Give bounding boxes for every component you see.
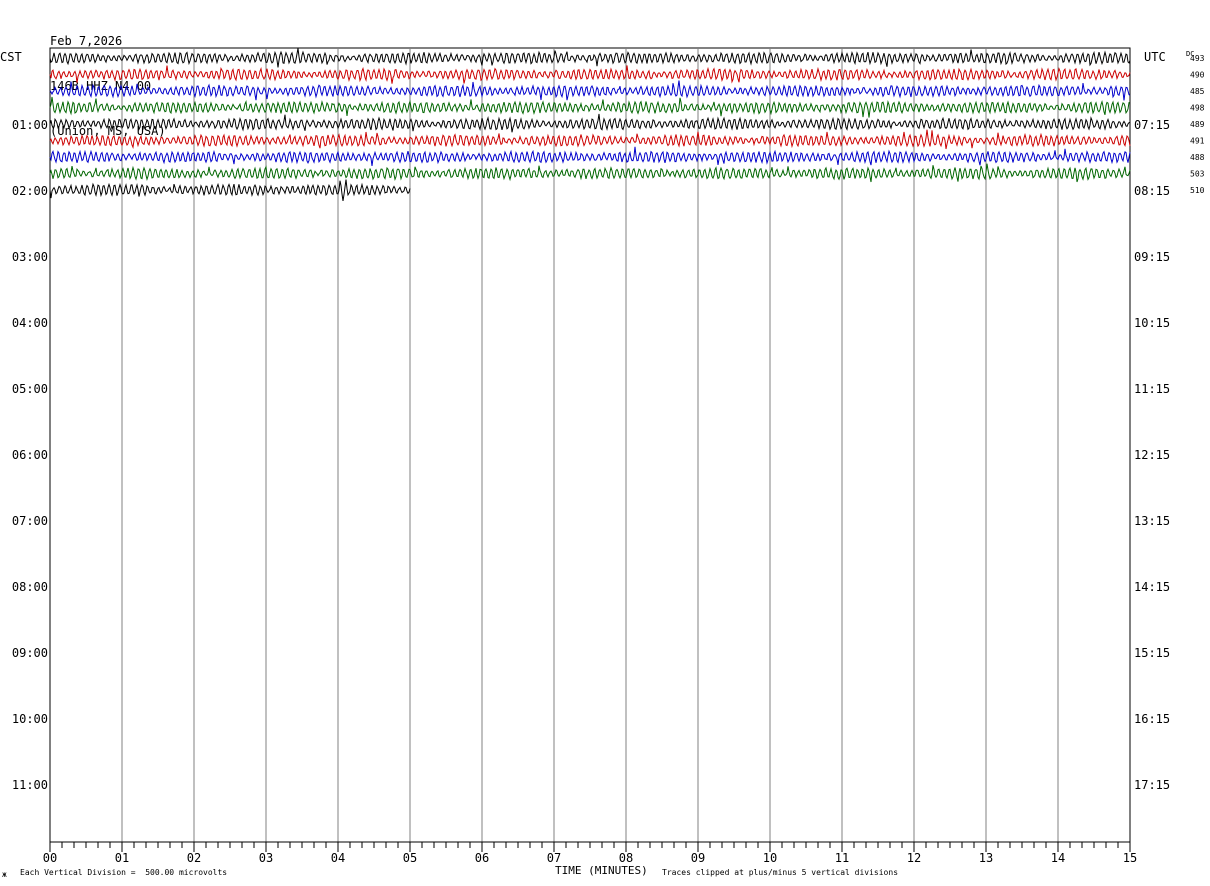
x-tick-label: 00 — [43, 851, 57, 865]
x-tick-label: 15 — [1123, 851, 1137, 865]
left-time-label: 03:00 — [12, 250, 48, 264]
x-tick-label: 12 — [907, 851, 921, 865]
left-time-label: 05:00 — [12, 382, 48, 396]
left-time-label: 10:00 — [12, 712, 48, 726]
trace-8 — [49, 163, 1131, 183]
right-time-label: 12:15 — [1134, 448, 1170, 462]
right-time-label: 17:15 — [1134, 778, 1170, 792]
trace-dc-value: 488 — [1190, 153, 1205, 162]
trace-dc-value: 493 — [1190, 54, 1205, 63]
right-time-label: 09:15 — [1134, 250, 1170, 264]
trace-7 — [49, 146, 1131, 166]
x-tick-label: 08 — [619, 851, 633, 865]
left-time-label: 02:00 — [12, 184, 48, 198]
trace-dc-value: 490 — [1190, 71, 1205, 80]
trace-6 — [49, 129, 1131, 150]
x-tick-label: 05 — [403, 851, 417, 865]
left-time-label: 09:00 — [12, 646, 48, 660]
trace-dc-value: 510 — [1190, 186, 1205, 195]
x-tick-label: 01 — [115, 851, 129, 865]
scale-note: Each Vertical Division = 500.00 microvol… — [20, 868, 228, 877]
x-tick-label: 07 — [547, 851, 561, 865]
trace-dc-value: 491 — [1190, 137, 1205, 146]
corner-mark: ж — [2, 870, 7, 879]
left-time-label: 08:00 — [12, 580, 48, 594]
left-time-label: 07:00 — [12, 514, 48, 528]
trace-dc-value: 489 — [1190, 120, 1205, 129]
x-tick-label: 13 — [979, 851, 993, 865]
trace-9 — [49, 179, 411, 201]
trace-1 — [49, 48, 1131, 68]
trace-4 — [49, 96, 1131, 118]
trace-3 — [49, 80, 1131, 101]
x-axis-title: TIME (MINUTES) — [555, 864, 648, 877]
trace-5 — [49, 113, 1131, 133]
right-time-label: 16:15 — [1134, 712, 1170, 726]
trace-dc-value: 498 — [1190, 104, 1205, 113]
trace-2 — [49, 65, 1131, 84]
right-time-label: 14:15 — [1134, 580, 1170, 594]
right-time-label: 08:15 — [1134, 184, 1170, 198]
trace-dc-value: 503 — [1190, 170, 1205, 179]
left-time-label: 11:00 — [12, 778, 48, 792]
x-tick-label: 03 — [259, 851, 273, 865]
right-time-label: 15:15 — [1134, 646, 1170, 660]
plot-frame — [49, 47, 1131, 843]
x-tick-label: 11 — [835, 851, 849, 865]
left-time-label: 04:00 — [12, 316, 48, 330]
x-tick-label: 10 — [763, 851, 777, 865]
clip-note: Traces clipped at plus/minus 5 vertical … — [662, 868, 899, 877]
left-time-label: 06:00 — [12, 448, 48, 462]
right-time-label: 11:15 — [1134, 382, 1170, 396]
x-tick-label: 02 — [187, 851, 201, 865]
right-time-label: 07:15 — [1134, 118, 1170, 132]
x-tick-label: 14 — [1051, 851, 1065, 865]
right-time-label: 13:15 — [1134, 514, 1170, 528]
trace-dc-value: 485 — [1190, 87, 1205, 96]
seismogram-plot: 00 01 02 03 04 05 06 07 08 09 10 11 12 13 14 15 01:00 02:… — [12, 47, 1205, 865]
x-tick-label: 09 — [691, 851, 705, 865]
x-tick-label: 04 — [331, 851, 345, 865]
right-time-label: 10:15 — [1134, 316, 1170, 330]
left-time-label: 01:00 — [12, 118, 48, 132]
x-tick-label: 06 — [475, 851, 489, 865]
